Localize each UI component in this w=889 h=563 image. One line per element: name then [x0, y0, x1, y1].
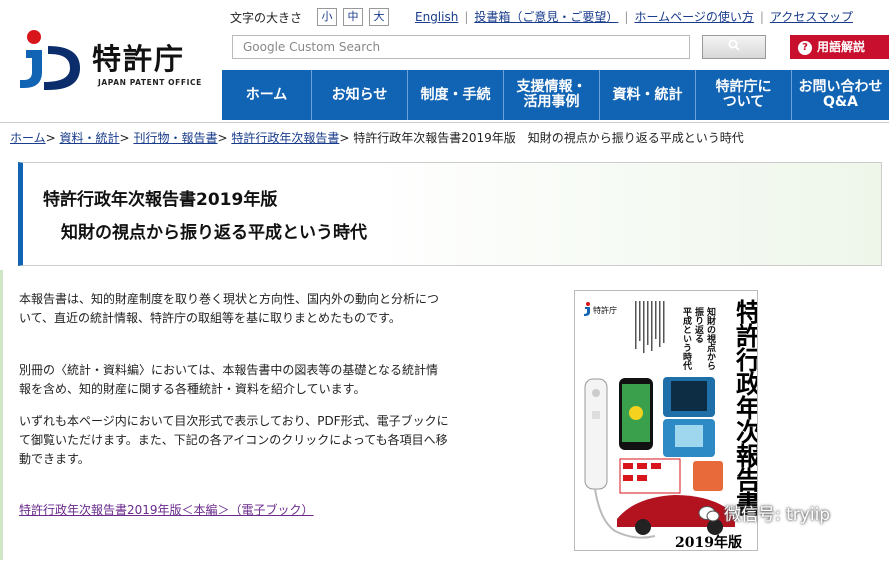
font-size-medium-button[interactable]: 中 [343, 8, 363, 26]
breadcrumb-annual-report[interactable]: 特許行政年次報告書 [231, 131, 339, 145]
english-link[interactable]: English [415, 10, 458, 24]
left-accent [0, 270, 3, 560]
nav-home[interactable]: ホーム [222, 70, 312, 120]
jpo-logo-icon [20, 30, 80, 90]
breadcrumb-publications[interactable]: 刊行物・報告書 [133, 131, 217, 145]
nav-about[interactable]: 特許庁に ついて [696, 70, 792, 120]
cover-subtitle-1: 知財の視点から [705, 306, 717, 371]
intro-paragraph: 本報告書は、知的財産制度を取り巻く現状と方向性、国内外の動向と分析について、直近… [19, 292, 440, 325]
top-links: English | 投書箱（ご意見・ご要望） | ホームページの使い方 | アクセスマップ [415, 10, 853, 24]
font-size-large-button[interactable]: 大 [369, 8, 389, 26]
feedback-link[interactable]: 投書箱（ご意見・ご要望） [474, 10, 618, 24]
header-divider [0, 122, 889, 123]
question-icon: ? [798, 41, 812, 55]
ebook-link[interactable]: 特許行政年次報告書2019年版＜本編＞（電子ブック） [19, 501, 314, 518]
appendix-paragraph: 別冊の〈統計・資料編〉においては、本報告書中の図表等の基礎となる統計情報を含め、… [19, 363, 439, 396]
nav-support[interactable]: 支援情報・ 活用事例 [504, 70, 600, 120]
page-subtitle: 知財の視点から振り返る平成という時代 [61, 223, 367, 243]
search-icon [728, 39, 740, 51]
format-paragraph: いずれも本ページ内において目次形式で表示しており、PDF形式、電子ブックにて御覧… [19, 414, 449, 466]
nav-statistics[interactable]: 資料・統計 [600, 70, 696, 120]
font-size-label: 文字の大きさ [230, 11, 303, 25]
main-nav: ホーム お知らせ 制度・手続 支援情報・ 活用事例 資料・統計 特許庁に ついて… [222, 70, 889, 120]
glossary-label: 用語解説 [817, 40, 866, 54]
page-title: 特許行政年次報告書2019年版 [43, 190, 278, 210]
breadcrumb: ホーム> 資料・統計> 刊行物・報告書> 特許行政年次報告書> 特許行政年次報告… [10, 131, 744, 145]
page-title-panel: 特許行政年次報告書2019年版 知財の視点から振り返る平成という時代 [18, 162, 882, 266]
logo-text: 特許庁 [92, 42, 186, 76]
cover-subtitle-3: 平成という時代 [681, 307, 693, 371]
font-size-small-button[interactable]: 小 [317, 8, 337, 26]
breadcrumb-statistics[interactable]: 資料・統計 [60, 131, 120, 145]
nav-news[interactable]: お知らせ [312, 70, 408, 120]
nav-contact[interactable]: お問い合わせ Q&A [792, 70, 889, 120]
watermark-text: 微信号: tryiip [724, 505, 831, 525]
site-logo[interactable]: 特許庁 JAPAN PATENT OFFICE [14, 22, 214, 100]
logo-subtitle: JAPAN PATENT OFFICE [98, 78, 202, 87]
access-map-link[interactable]: アクセスマップ [770, 10, 853, 24]
how-to-use-link[interactable]: ホームページの使い方 [634, 10, 753, 24]
breadcrumb-current: 特許行政年次報告書2019年版 知財の視点から振り返る平成という時代 [353, 131, 744, 145]
nav-procedures[interactable]: 制度・手続 [408, 70, 504, 120]
watermark: 微信号: tryiip [698, 500, 830, 525]
cover-title: 特許行政年次報告書 [733, 299, 759, 516]
breadcrumb-home[interactable]: ホーム [10, 131, 46, 145]
cover-publisher: 特許庁 [593, 305, 617, 315]
cover-subtitle-2: 振り返る [693, 306, 704, 343]
cover-year: 2019年版 [675, 534, 742, 551]
glossary-button[interactable]: ? 用語解説 [790, 35, 889, 59]
search-input[interactable]: Google Custom Search [232, 35, 690, 59]
search-button[interactable] [702, 35, 766, 59]
wechat-icon [698, 506, 720, 522]
